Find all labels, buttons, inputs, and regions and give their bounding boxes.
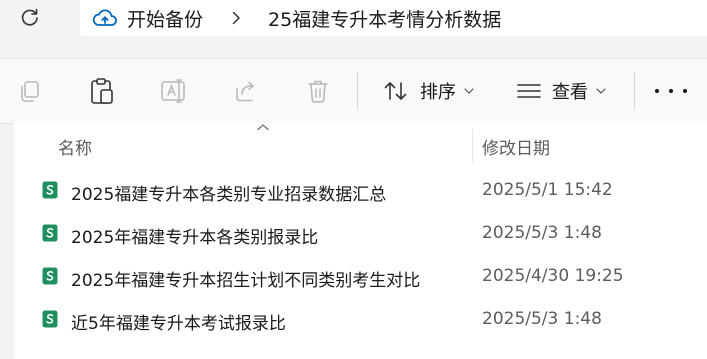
file-row[interactable]: 近5年福建专升本考试报录比 2025/5/3 1:48 bbox=[14, 300, 707, 342]
address-bar: 开始备份 25福建专升本考情分析数据 bbox=[0, 0, 707, 46]
file-name[interactable]: 2025福建专升本各类别专业招录数据汇总 bbox=[71, 180, 386, 205]
column-header: 名称 修改日期 bbox=[14, 123, 707, 167]
spreadsheet-file-icon bbox=[42, 181, 58, 199]
view-label: 查看 bbox=[552, 82, 588, 103]
sort-ascending-icon bbox=[257, 124, 269, 131]
cloud-backup-icon bbox=[92, 7, 118, 29]
sort-icon bbox=[384, 82, 407, 100]
more-icon[interactable] bbox=[655, 83, 687, 99]
copy-icon[interactable] bbox=[16, 77, 44, 105]
spreadsheet-file-icon bbox=[42, 267, 58, 285]
breadcrumb[interactable]: 开始备份 25福建专升本考情分析数据 bbox=[80, 0, 707, 36]
file-name[interactable]: 2025年福建专升本招生计划不同类别考生对比 bbox=[71, 266, 420, 291]
breadcrumb-item-backup[interactable]: 开始备份 bbox=[127, 5, 203, 32]
file-name[interactable]: 2025年福建专升本各类别报录比 bbox=[71, 223, 318, 248]
column-date-header[interactable]: 修改日期 bbox=[482, 134, 550, 159]
view-list-icon bbox=[517, 84, 541, 98]
toolbar-divider bbox=[357, 72, 358, 110]
delete-icon[interactable] bbox=[304, 77, 332, 105]
view-button[interactable]: 查看 bbox=[516, 73, 606, 109]
sort-button[interactable]: 排序 bbox=[382, 73, 474, 109]
file-name[interactable]: 近5年福建专升本考试报录比 bbox=[71, 309, 286, 334]
sort-label: 排序 bbox=[420, 82, 456, 103]
chevron-down-icon bbox=[464, 88, 474, 94]
chevron-right-icon[interactable] bbox=[231, 11, 241, 25]
toolbar-divider bbox=[634, 72, 635, 110]
column-divider[interactable] bbox=[472, 129, 473, 163]
chevron-down-icon bbox=[596, 88, 606, 94]
spreadsheet-file-icon bbox=[42, 224, 58, 242]
column-name-header[interactable]: 名称 bbox=[58, 134, 92, 159]
share-icon[interactable] bbox=[232, 77, 260, 105]
refresh-icon bbox=[21, 8, 38, 26]
breadcrumb-item-folder[interactable]: 25福建专升本考情分析数据 bbox=[268, 5, 501, 32]
rename-icon[interactable] bbox=[160, 77, 188, 105]
file-date: 2025/4/30 19:25 bbox=[482, 266, 624, 286]
file-date: 2025/5/1 15:42 bbox=[482, 180, 613, 200]
file-date: 2025/5/3 1:48 bbox=[482, 309, 602, 329]
file-row[interactable]: 2025福建专升本各类别专业招录数据汇总 2025/5/1 15:42 bbox=[14, 171, 707, 213]
paste-icon[interactable] bbox=[88, 77, 116, 105]
file-date: 2025/5/3 1:48 bbox=[482, 223, 602, 243]
refresh-button[interactable] bbox=[10, 0, 50, 36]
spreadsheet-file-icon bbox=[42, 310, 58, 328]
file-row[interactable]: 2025年福建专升本招生计划不同类别考生对比 2025/4/30 19:25 bbox=[14, 257, 707, 299]
file-list: 名称 修改日期 2025福建专升本各类别专业招录数据汇总 2025/5/1 15… bbox=[14, 123, 707, 359]
command-bar: 排序 查看 bbox=[0, 58, 707, 124]
file-row[interactable]: 2025年福建专升本各类别报录比 2025/5/3 1:48 bbox=[14, 214, 707, 256]
